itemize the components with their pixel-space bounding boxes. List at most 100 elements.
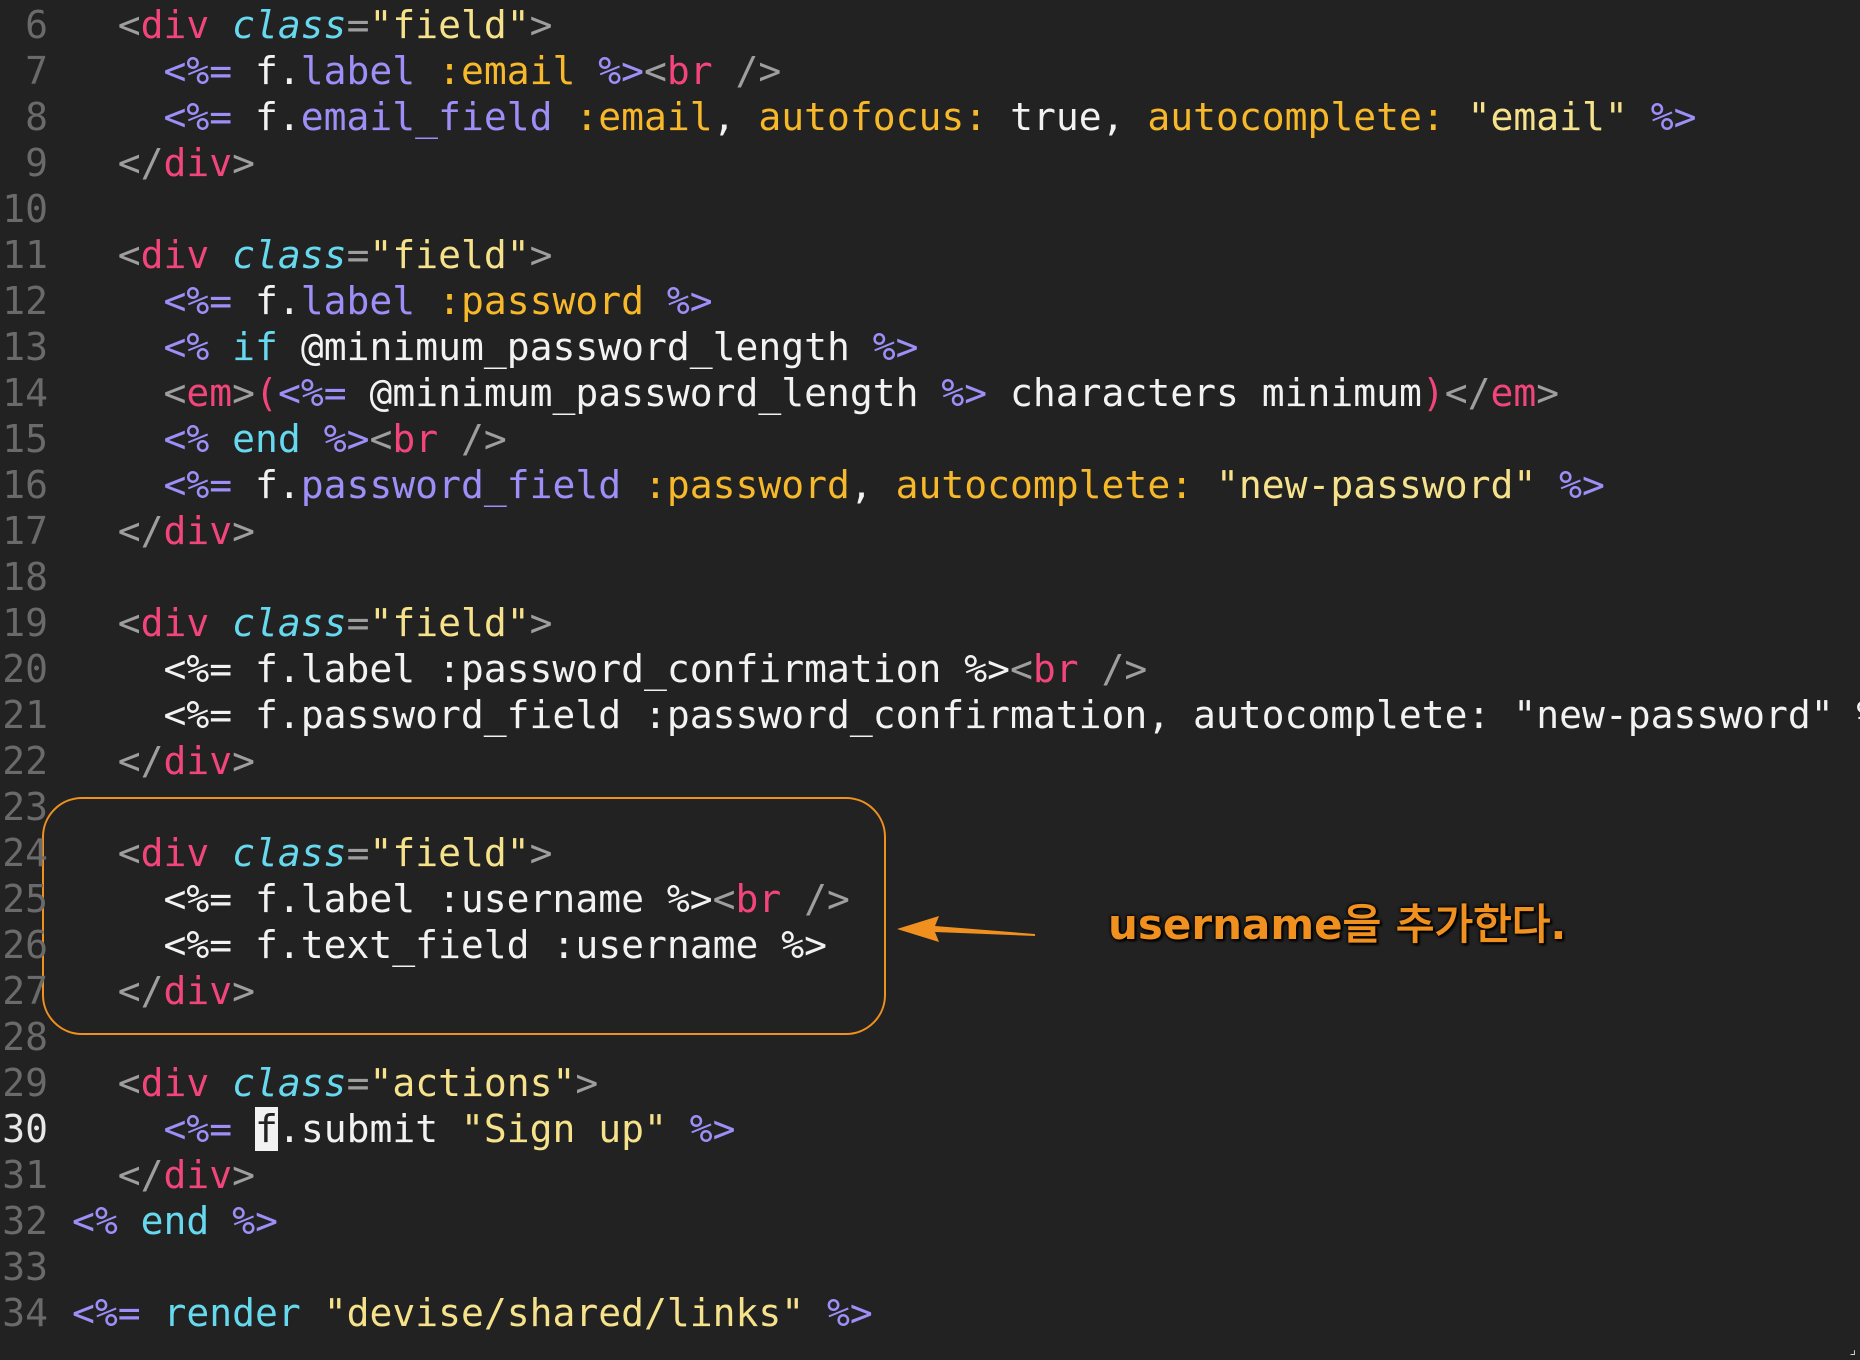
code-text: <%= f.label :password %>	[72, 278, 713, 324]
line-number: 34	[2, 1291, 48, 1335]
code-token: "devise/shared/links"	[323, 1291, 805, 1335]
code-token: >	[232, 969, 256, 1013]
code-token: %>	[827, 1291, 873, 1335]
code-editor[interactable]: username을 추가한다. ⌟ 6 <div class="field"> 7…	[0, 0, 1860, 1360]
code-token: />	[781, 877, 850, 921]
code-text: <% end %>	[72, 1198, 278, 1244]
line-number: 24	[2, 831, 48, 875]
code-token: f.	[232, 49, 301, 93]
code-token: (	[255, 371, 278, 415]
code-token: =	[346, 233, 370, 277]
code-token: </	[72, 1153, 164, 1197]
code-token: %>	[1559, 463, 1605, 507]
line-number: 12	[2, 279, 48, 323]
code-token: class	[232, 1061, 347, 1105]
code-token: class	[232, 233, 347, 277]
code-token: render	[163, 1291, 301, 1335]
code-token: autocomplete:	[1147, 95, 1445, 139]
code-token: <	[72, 3, 141, 47]
code-token: =	[346, 1061, 370, 1105]
line-number: 22	[2, 739, 48, 783]
line-number: 14	[2, 371, 48, 415]
code-token: <	[72, 831, 141, 875]
code-token: <%=	[72, 463, 233, 507]
code-token: <	[72, 601, 141, 645]
code-token: =	[346, 601, 370, 645]
code-token: em	[1490, 371, 1537, 415]
code-token: div	[163, 1153, 233, 1197]
code-text: <div class="field">	[72, 232, 553, 278]
code-token: "new-password"	[1215, 463, 1537, 507]
line-number: 20	[2, 647, 48, 691]
line-number: 30	[2, 1107, 48, 1151]
code-token: >	[232, 509, 256, 553]
line-number: 17	[2, 509, 48, 553]
code-token: end	[232, 417, 301, 461]
code-token: label	[300, 279, 416, 323]
code-token: br	[1032, 647, 1079, 691]
code-token: <%=	[72, 1107, 233, 1151]
line-number: 21	[2, 693, 48, 737]
code-token: div	[140, 233, 210, 277]
code-token: f.	[232, 279, 301, 323]
code-text: <%= f.label :username %><br />	[72, 876, 850, 922]
code-token: @minimum_password_length	[346, 371, 942, 415]
line-number: 9	[25, 141, 48, 185]
code-token: </	[72, 141, 164, 185]
code-token: >	[575, 1061, 599, 1105]
code-token: <	[72, 233, 141, 277]
code-token: >	[232, 371, 256, 415]
code-text: <% if @minimum_password_length %>	[72, 324, 919, 370]
code-token: <%= f.label :password_confirmation %>	[72, 647, 1011, 691]
code-token: "field"	[369, 233, 530, 277]
code-text: <%= f.email_field :email, autofocus: tru…	[72, 94, 1697, 140]
code-token: div	[140, 601, 210, 645]
line-number: 15	[2, 417, 48, 461]
code-token: <%=	[72, 95, 233, 139]
code-token: true,	[987, 95, 1148, 139]
line-number: 19	[2, 601, 48, 645]
code-token: </	[72, 969, 164, 1013]
code-text: </div>	[72, 968, 255, 1014]
code-token: label	[300, 49, 416, 93]
code-token: %>	[598, 49, 645, 93]
line-number: 28	[2, 1015, 48, 1059]
line-number: 26	[2, 923, 48, 967]
code-text: <%= f.password_field :password_confirmat…	[72, 692, 1860, 738]
code-token: />	[712, 49, 782, 93]
code-text: <div class="field">	[72, 2, 553, 48]
code-text: <%= f.submit "Sign up" %>	[72, 1106, 736, 1152]
code-text: <em>(<%= @minimum_password_length %> cha…	[72, 370, 1560, 416]
code-token: </	[72, 739, 164, 783]
line-number: 29	[2, 1061, 48, 1105]
code-token: end	[140, 1199, 210, 1243]
code-token: div	[140, 1061, 210, 1105]
code-token: <	[72, 371, 187, 415]
code-token: "Sign up"	[460, 1107, 667, 1151]
code-token: <%=	[72, 279, 233, 323]
line-number: 18	[2, 555, 48, 599]
code-token: ,	[712, 95, 759, 139]
code-token: %>	[941, 371, 988, 415]
resize-handle-icon[interactable]: ⌟	[1849, 1342, 1856, 1358]
code-token: >	[529, 601, 553, 645]
code-token: >	[529, 233, 553, 277]
code-text: <%= f.label :email %><br />	[72, 48, 782, 94]
code-token: class	[232, 831, 347, 875]
code-text: <div class="actions">	[72, 1060, 599, 1106]
code-text: <%= f.label :password_confirmation %><br…	[72, 646, 1148, 692]
code-token: </	[1444, 371, 1491, 415]
code-token: div	[163, 141, 233, 185]
code-token: <%=	[72, 1291, 141, 1335]
code-token: />	[1078, 647, 1148, 691]
